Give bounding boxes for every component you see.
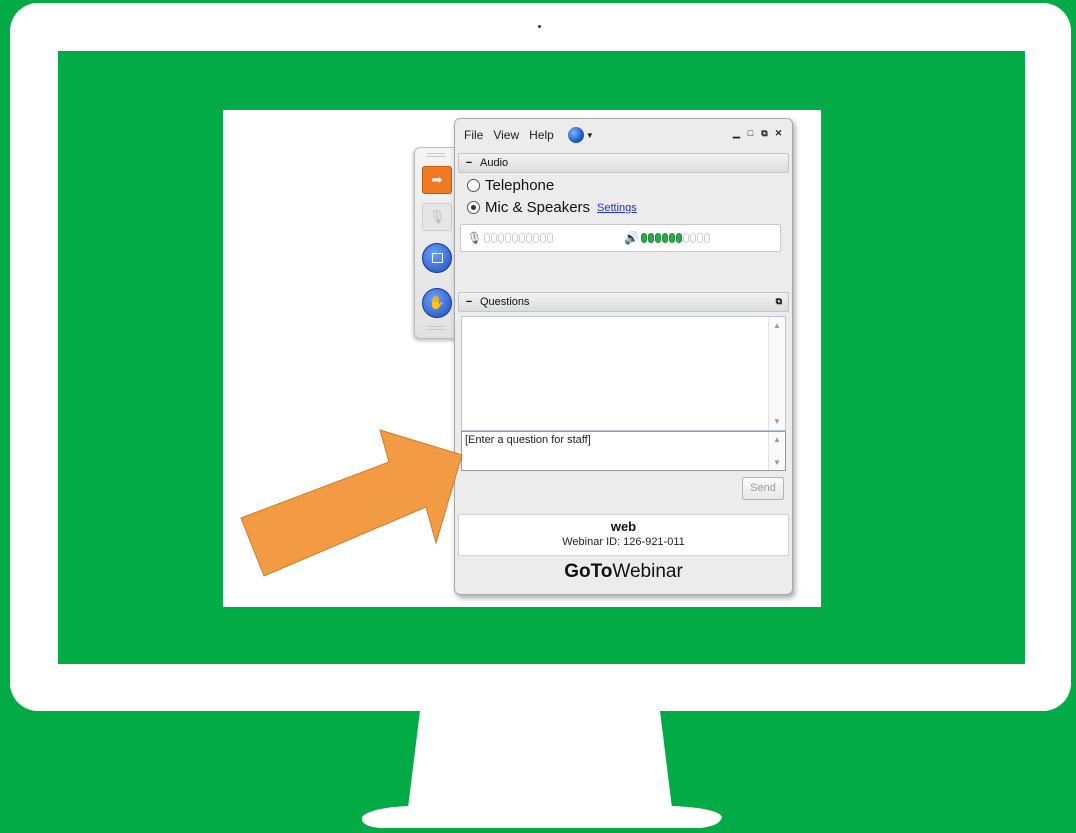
callout-arrow — [240, 429, 463, 577]
